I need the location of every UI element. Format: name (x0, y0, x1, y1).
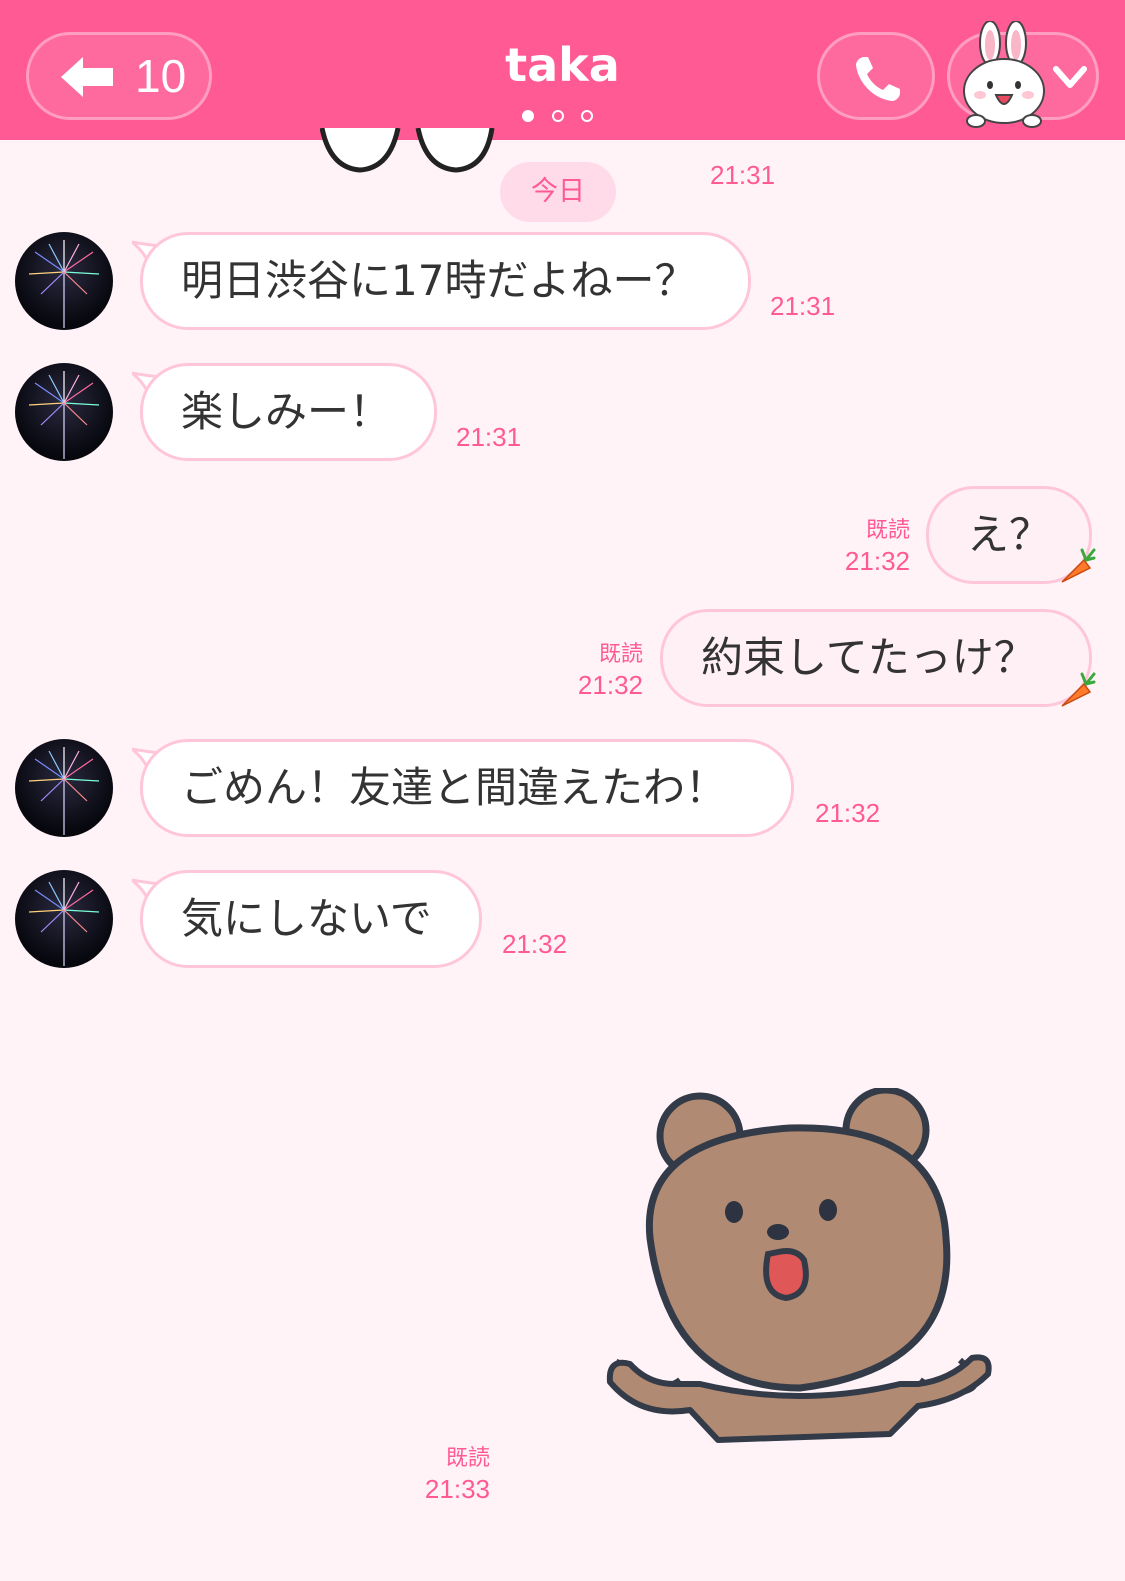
message-bubble[interactable]: 明日渋谷に17時だよねー？ (140, 232, 751, 330)
message-time: 21:32 (577, 670, 643, 700)
chat-screen: 10 taka 今日 21:31 明日渋谷に17時だよねー？ 21:31 楽しみ… (0, 0, 1125, 1581)
carrot-icon (1061, 672, 1096, 707)
read-label: 既読 (445, 1445, 490, 1470)
page-dot (552, 110, 564, 122)
message-bubble[interactable]: 楽しみー！ (140, 363, 437, 461)
message-text: え？ (967, 510, 1052, 559)
message-time: 21:31 (770, 291, 836, 321)
date-separator: 今日 (500, 162, 616, 222)
carrot-icon (1061, 548, 1096, 583)
page-indicator (522, 110, 593, 122)
menu-button[interactable] (947, 21, 1099, 128)
page-dot (581, 110, 593, 122)
chat-header: 10 taka (0, 0, 1125, 140)
message-bubble-mine[interactable]: 約束してたっけ？ (660, 609, 1092, 707)
message-bubble[interactable]: ごめん！友達と間違えたわ！ (140, 739, 794, 837)
partial-sticker (320, 128, 495, 173)
chevron-down-icon (1053, 66, 1087, 88)
read-label: 既読 (865, 517, 910, 542)
read-label: 既読 (598, 641, 643, 666)
phone-icon (856, 57, 900, 101)
call-button[interactable] (817, 32, 935, 120)
avatar[interactable] (15, 870, 113, 968)
firework-avatar-icon (28, 240, 100, 328)
message-time: 21:32 (844, 546, 910, 576)
bear-shrug-sticker[interactable] (600, 1088, 1000, 1458)
message-text: 約束してたっけ？ (701, 633, 1036, 682)
firework-avatar-icon (28, 747, 100, 835)
avatar[interactable] (15, 739, 113, 837)
bunny-icon (963, 21, 1045, 128)
firework-avatar-icon (28, 878, 100, 966)
message-time: 21:31 (456, 422, 522, 452)
read-receipt: 既読 21:32 (553, 636, 643, 701)
message-text: 明日渋谷に17時だよねー？ (181, 256, 697, 305)
message-text: 楽しみー！ (181, 387, 392, 436)
read-receipt: 既読 21:32 (820, 512, 910, 577)
avatar[interactable] (15, 232, 113, 330)
firework-avatar-icon (28, 371, 100, 459)
avatar[interactable] (15, 363, 113, 461)
message-text: 気にしないで (181, 894, 432, 943)
message-time: 21:32 (502, 929, 568, 959)
page-dot-active (522, 110, 534, 122)
message-text: ごめん！友達と間違えたわ！ (181, 763, 728, 812)
message-time: 21:31 (710, 160, 776, 190)
message-bubble[interactable]: 気にしないで (140, 870, 482, 968)
read-receipt: 既読 21:33 (400, 1440, 490, 1505)
message-time: 21:32 (815, 798, 881, 828)
message-time: 21:33 (424, 1474, 490, 1504)
